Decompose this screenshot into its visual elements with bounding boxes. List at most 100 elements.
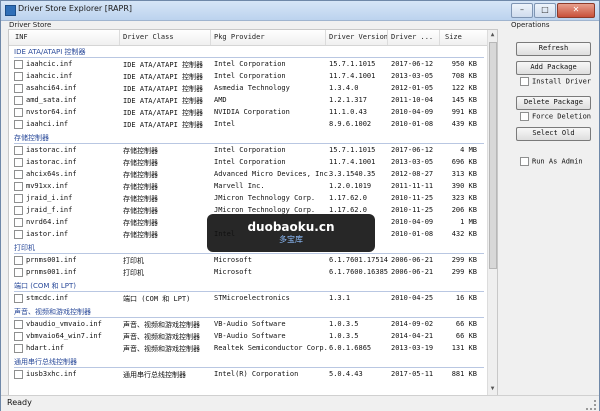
table-row[interactable]: iastorac.inf 存储控制器 Intel Corporation 15.7.1… — [9, 145, 487, 157]
cell-driver-class: IDE ATA/ATAPI 控制器 — [123, 85, 204, 93]
col-inf[interactable]: INF — [15, 33, 28, 41]
scroll-thumb[interactable] — [489, 42, 497, 269]
app-icon — [5, 5, 16, 16]
row-checkbox[interactable] — [14, 170, 23, 179]
row-checkbox[interactable] — [14, 120, 23, 129]
row-checkbox[interactable] — [14, 158, 23, 167]
row-checkbox[interactable] — [14, 294, 23, 303]
scroll-down-icon[interactable]: ▼ — [488, 385, 497, 394]
cell-version: 1.2.0.1019 — [329, 182, 372, 190]
run-as-admin-box[interactable] — [520, 157, 529, 166]
row-checkbox[interactable] — [14, 194, 23, 203]
maximize-button[interactable]: □ — [534, 3, 556, 18]
cell-inf: iaahci.inf — [26, 120, 69, 128]
cell-version: 8.9.6.1002 — [329, 120, 372, 128]
cell-size: 439 KB — [451, 120, 477, 128]
row-checkbox[interactable] — [14, 370, 23, 379]
group-header: 端口 (COM 和 LPT) — [14, 282, 76, 290]
table-row[interactable]: iusb3xhc.inf 通用串行总线控制器 Intel(R) Corporatio… — [9, 369, 487, 381]
table-row[interactable]: asahci64.inf IDE ATA/ATAPI 控制器 Asmedia Tec… — [9, 83, 487, 95]
cell-date: 2011-10-04 — [391, 96, 434, 104]
window-title: Driver Store Explorer [RAPR] — [18, 4, 133, 13]
row-checkbox[interactable] — [14, 96, 23, 105]
cell-size: 206 KB — [451, 206, 477, 214]
force-deletion-box[interactable] — [520, 112, 529, 121]
delete-package-button[interactable]: Delete Package — [516, 96, 591, 110]
table-row[interactable]: prnms001.inf 打印机 Microsoft 6.1.7600.16385 20… — [9, 267, 487, 279]
resize-grip-icon[interactable] — [586, 400, 596, 410]
cell-size: 323 KB — [451, 194, 477, 202]
row-checkbox[interactable] — [14, 72, 23, 81]
cell-inf: prnms001.inf — [26, 256, 77, 264]
cell-version: 6.1.7600.16385 — [329, 268, 389, 276]
table-header: INF Driver Class Pkg Provider Driver Ver… — [9, 30, 487, 46]
row-checkbox[interactable] — [14, 230, 23, 239]
cell-provider: Advanced Micro Devices, Inc. — [214, 170, 333, 178]
minimize-button[interactable]: – — [511, 3, 533, 18]
row-checkbox[interactable] — [14, 256, 23, 265]
cell-size: 432 KB — [451, 230, 477, 238]
add-package-button[interactable]: Add Package — [516, 61, 591, 75]
install-driver-checkbox[interactable]: Install Driver — [520, 77, 591, 86]
row-checkbox[interactable] — [14, 320, 23, 329]
col-size[interactable]: Size — [445, 33, 462, 41]
table-row[interactable]: iaahcic.inf IDE ATA/ATAPI 控制器 Intel Corpor… — [9, 59, 487, 71]
table-row[interactable]: vbaudio_vmvaio.inf 声音、视频和游戏控制器 VB-Audio So… — [9, 319, 487, 331]
table-row[interactable]: jraid_i.inf 存储控制器 JMicron Technology Corp.… — [9, 193, 487, 205]
driver-list[interactable]: INF Driver Class Pkg Provider Driver Ver… — [8, 29, 498, 396]
cell-inf: nvstor64.inf — [26, 108, 77, 116]
table-row[interactable]: iastorac.inf 存储控制器 Intel Corporation 11.7.4… — [9, 157, 487, 169]
cell-date: 2017-06-12 — [391, 146, 434, 154]
refresh-button[interactable]: Refresh — [516, 42, 591, 56]
cell-size: 991 KB — [451, 108, 477, 116]
run-as-admin-checkbox[interactable]: Run As Admin — [520, 157, 583, 166]
cell-date: 2006-06-21 — [391, 256, 434, 264]
cell-size: 131 KB — [451, 344, 477, 352]
col-driver-version[interactable]: Driver Version — [329, 33, 388, 41]
col-pkg-provider[interactable]: Pkg Provider — [214, 33, 265, 41]
cell-driver-class: 存储控制器 — [123, 231, 158, 239]
row-checkbox[interactable] — [14, 268, 23, 277]
close-button[interactable]: ✕ — [557, 3, 595, 18]
cell-inf: asahci64.inf — [26, 84, 77, 92]
cell-date: 2010-01-08 — [391, 120, 434, 128]
cell-version: 11.7.4.1001 — [329, 72, 376, 80]
row-checkbox[interactable] — [14, 218, 23, 227]
table-row[interactable]: nvstor64.inf IDE ATA/ATAPI 控制器 NVIDIA Corp… — [9, 107, 487, 119]
cell-driver-class: IDE ATA/ATAPI 控制器 — [123, 73, 204, 81]
col-driver-date[interactable]: Driver ... — [391, 33, 433, 41]
row-checkbox[interactable] — [14, 332, 23, 341]
row-checkbox[interactable] — [14, 344, 23, 353]
table-row[interactable]: hdart.inf 声音、视频和游戏控制器 Realtek Semiconducto… — [9, 343, 487, 355]
cell-inf: prnms001.inf — [26, 268, 77, 276]
main-window: Driver Store Explorer [RAPR] – □ ✕ Drive… — [0, 0, 600, 411]
row-checkbox[interactable] — [14, 146, 23, 155]
col-driver-class[interactable]: Driver Class — [123, 33, 174, 41]
table-row[interactable]: stmcdc.inf 端口 (COM 和 LPT) STMicroelectroni… — [9, 293, 487, 305]
row-checkbox[interactable] — [14, 206, 23, 215]
group-divider — [14, 253, 484, 254]
row-checkbox[interactable] — [14, 108, 23, 117]
force-deletion-checkbox[interactable]: Force Deletion — [520, 112, 591, 121]
table-row[interactable]: amd_sata.inf IDE ATA/ATAPI 控制器 AMD 1.2.1.31… — [9, 95, 487, 107]
scroll-up-icon[interactable]: ▲ — [488, 31, 497, 40]
cell-inf: stmcdc.inf — [26, 294, 69, 302]
table-row[interactable]: vbmvaio64_win7.inf 声音、视频和游戏控制器 VB-Audio So… — [9, 331, 487, 343]
install-driver-box[interactable] — [520, 77, 529, 86]
table-row[interactable]: iaahci.inf IDE ATA/ATAPI 控制器 Intel 8.9.6.10… — [9, 119, 487, 131]
cell-driver-class: 存储控制器 — [123, 195, 158, 203]
table-row[interactable]: ahcix64s.inf 存储控制器 Advanced Micro Devices,… — [9, 169, 487, 181]
cell-provider: JMicron Technology Corp. — [214, 194, 316, 202]
table-row[interactable]: mv91xx.inf 存储控制器 Marvell Inc. 1.2.0.1019 201… — [9, 181, 487, 193]
table-row[interactable]: iaahcic.inf IDE ATA/ATAPI 控制器 Intel Corpor… — [9, 71, 487, 83]
title-bar[interactable]: Driver Store Explorer [RAPR] – □ ✕ — [1, 1, 599, 21]
table-row[interactable]: prnms001.inf 打印机 Microsoft 6.1.7601.17514 20… — [9, 255, 487, 267]
select-old-button[interactable]: Select Old — [516, 127, 591, 141]
row-checkbox[interactable] — [14, 60, 23, 69]
cell-date: 2017-05-11 — [391, 370, 434, 378]
group-divider — [14, 57, 484, 58]
cell-version: 1.2.1.317 — [329, 96, 367, 104]
vertical-scrollbar[interactable]: ▲ ▼ — [487, 30, 497, 395]
row-checkbox[interactable] — [14, 182, 23, 191]
row-checkbox[interactable] — [14, 84, 23, 93]
